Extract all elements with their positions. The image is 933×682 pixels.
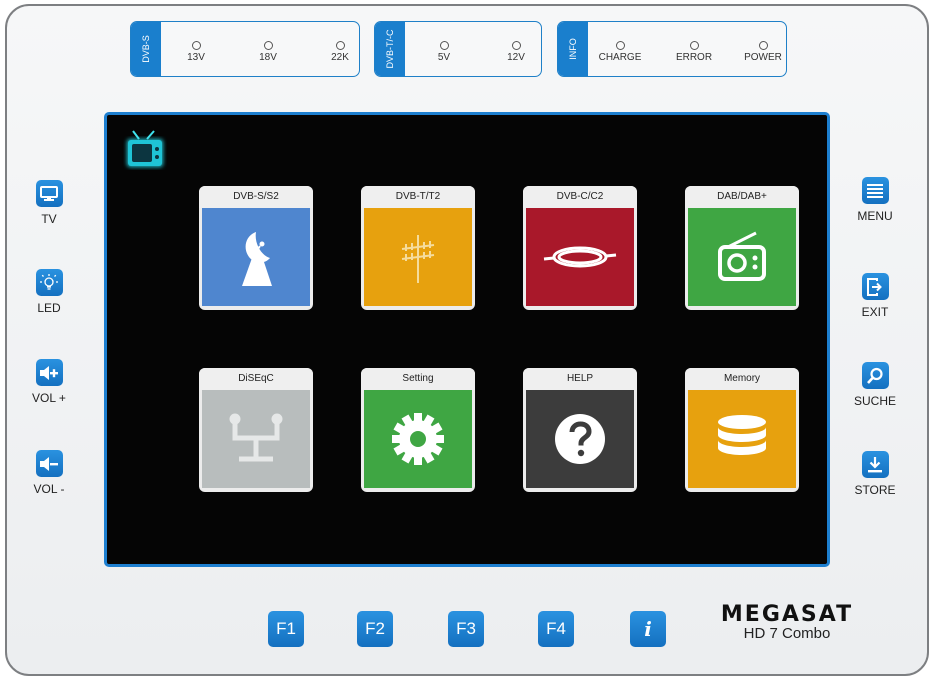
volume-down-button[interactable]: VOL - xyxy=(19,450,79,496)
f3-button[interactable]: F3 xyxy=(448,611,484,647)
tile-body xyxy=(526,208,634,306)
brand-logo: MEGASAT xyxy=(720,602,854,627)
antenna-icon xyxy=(401,235,435,283)
tile-body xyxy=(688,208,796,306)
led-18v: 18V xyxy=(238,41,298,63)
monitor-icon xyxy=(35,180,63,207)
f1-button[interactable]: F1 xyxy=(268,611,304,647)
model-name: HD 7 Combo xyxy=(743,625,831,642)
led-5v: 5V xyxy=(414,41,474,63)
volume-down-icon xyxy=(35,450,63,477)
menu-tile-dvbs[interactable]: DVB-S/S2 xyxy=(199,186,313,310)
menu-tile-dvbt[interactable]: DVB-T/T2 xyxy=(361,186,475,310)
search-button[interactable]: SUCHE xyxy=(845,362,905,408)
exit-icon xyxy=(861,273,889,300)
tile-body xyxy=(526,390,634,488)
menu-tile-dab[interactable]: DAB/DAB+ xyxy=(685,186,799,310)
search-icon xyxy=(861,362,889,389)
store-button[interactable]: STORE xyxy=(845,451,905,497)
download-icon xyxy=(861,451,889,478)
led-group-tag: DVB-S xyxy=(131,22,161,76)
tile-body xyxy=(202,390,310,488)
tile-body xyxy=(364,208,472,306)
f2-button[interactable]: F2 xyxy=(357,611,393,647)
f4-button[interactable]: F4 xyxy=(538,611,574,647)
bulb-icon xyxy=(35,269,63,296)
led-group-dvbt: DVB-T/-C 5V 12V xyxy=(374,21,542,77)
led-group-tag: DVB-T/-C xyxy=(375,22,405,76)
volume-up-button[interactable]: VOL + xyxy=(19,359,79,405)
led-12v: 12V xyxy=(486,41,541,63)
cable-icon xyxy=(543,246,617,268)
led-13v: 13V xyxy=(166,41,226,63)
led-indicator-icon xyxy=(689,41,699,50)
satellite-dish-icon xyxy=(242,232,272,286)
volume-up-icon xyxy=(35,359,63,386)
database-icon xyxy=(718,415,766,455)
led-22k: 22K xyxy=(310,41,359,63)
question-icon xyxy=(555,414,605,464)
brand-block: MEGASAT HD 7 Combo xyxy=(712,602,862,642)
gear-icon xyxy=(392,413,444,465)
tile-body xyxy=(688,390,796,488)
led-indicator-icon xyxy=(263,41,273,50)
led-error: ERROR xyxy=(664,41,724,63)
led-indicator-icon xyxy=(615,41,625,50)
tile-body xyxy=(202,208,310,306)
led-group-tag: INFO xyxy=(558,22,588,76)
led-button[interactable]: LED xyxy=(19,269,79,315)
menu-tile-help[interactable]: HELP xyxy=(523,368,637,492)
led-group-dvbs: DVB-S 13V 18V 22K xyxy=(130,21,360,77)
tile-body xyxy=(364,390,472,488)
main-screen: DVB-S/S2 DVB-T/T2 DVB-C/C2 DAB/DAB+ DiSE… xyxy=(104,112,830,567)
led-indicator-icon xyxy=(511,41,521,50)
menu-tile-diseqc[interactable]: DiSEqC xyxy=(199,368,313,492)
menu-tile-setting[interactable]: Setting xyxy=(361,368,475,492)
info-button[interactable]: i xyxy=(630,611,666,647)
led-indicator-icon xyxy=(191,41,201,50)
menu-icon xyxy=(861,177,889,204)
menu-tile-dvbc[interactable]: DVB-C/C2 xyxy=(523,186,637,310)
led-indicator-icon xyxy=(439,41,449,50)
exit-button[interactable]: EXIT xyxy=(845,273,905,319)
menu-tile-memory[interactable]: Memory xyxy=(685,368,799,492)
tv-button[interactable]: TV xyxy=(19,180,79,226)
tv-logo-icon xyxy=(123,129,167,171)
led-charge: CHARGE xyxy=(590,41,650,63)
diseqc-switch-icon xyxy=(229,413,283,462)
led-indicator-icon xyxy=(335,41,345,50)
radio-icon xyxy=(718,231,766,281)
menu-button[interactable]: MENU xyxy=(845,177,905,223)
led-group-info: INFO CHARGE ERROR POWER xyxy=(557,21,787,77)
led-indicator-icon xyxy=(758,41,768,50)
led-power: POWER xyxy=(733,41,786,63)
